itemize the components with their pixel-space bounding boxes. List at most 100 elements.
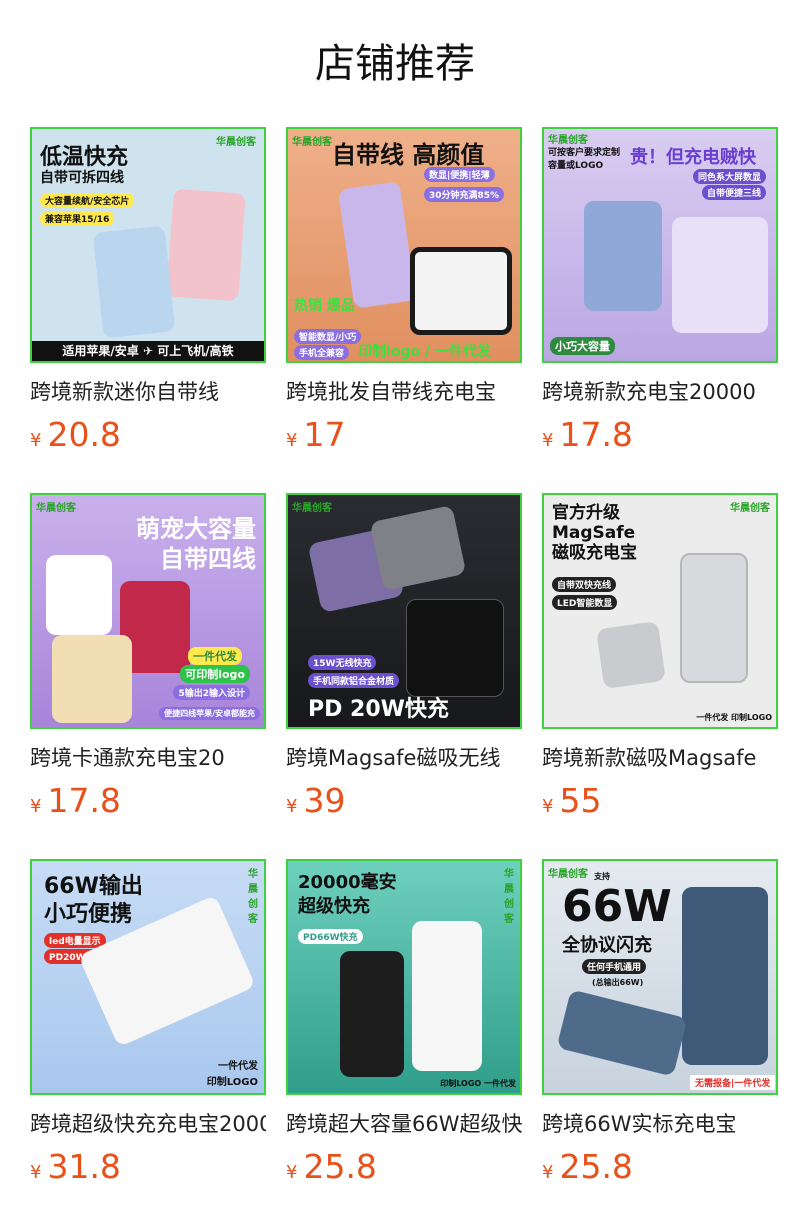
- product-name[interactable]: 跨境新款充电宝20000: [542, 377, 778, 407]
- image-chip: LED智能数显: [552, 595, 618, 610]
- image-subheadline: 数显|便携|轻薄: [424, 167, 495, 182]
- product-image[interactable]: 华晨创客 20000毫安 超级快充 PD66W快充 印制LOGO 一件代发: [286, 859, 522, 1095]
- price-value: 39: [303, 781, 346, 820]
- product-name[interactable]: 跨境66W实标充电宝: [542, 1109, 778, 1139]
- image-chip: 一件代发: [218, 1061, 258, 1072]
- image-headline: PD 20W快充: [308, 697, 449, 722]
- currency-symbol: ¥: [542, 1162, 554, 1183]
- product-price: ¥20.8: [30, 415, 121, 455]
- image-headline: 官方升级 MagSafe 磁吸充电宝: [552, 503, 637, 563]
- image-chip: PD66W快充: [298, 929, 363, 944]
- power-bank-white: [46, 555, 112, 635]
- product-name[interactable]: 跨境超大容量66W超级快充: [286, 1109, 522, 1139]
- product-card[interactable]: 华晨创客 萌宠大容量 自带四线 一件代发 可印制logo 5输出2输入设计 便捷…: [30, 493, 266, 823]
- image-chip: 手机全兼容: [294, 345, 350, 360]
- image-chip: (总输出66W): [592, 978, 644, 987]
- image-subheadline: 可按客户要求定制 容量或LOGO: [548, 148, 621, 171]
- product-name[interactable]: 跨境超级快充充电宝20000: [30, 1109, 266, 1139]
- shop-watermark: 华晨创客: [548, 869, 588, 880]
- currency-symbol: ¥: [286, 1162, 298, 1183]
- product-image[interactable]: 华晨创客 低温快充 自带可拆四线 大容量续航/安全芯片 兼容苹果15/16 适用…: [30, 127, 266, 363]
- currency-symbol: ¥: [30, 1162, 42, 1183]
- product-price: ¥17.8: [542, 415, 633, 455]
- power-bank-black: [340, 951, 404, 1077]
- product-card[interactable]: 华晨创客 自带线 高颜值 数显|便携|轻薄 30分钟充满85% 热销 爆品 智能…: [286, 127, 522, 457]
- power-bank-navy: [556, 989, 688, 1077]
- product-price: ¥55: [542, 781, 601, 821]
- product-card[interactable]: 华晨创客 低温快充 自带可拆四线 大容量续航/安全芯片 兼容苹果15/16 适用…: [30, 127, 266, 457]
- product-name[interactable]: 跨境Magsafe磁吸无线: [286, 743, 522, 773]
- image-chip: 小巧大容量: [550, 337, 615, 355]
- image-chip: 30分钟充满85%: [424, 187, 505, 202]
- image-headline: 自带线 高颜值: [332, 141, 485, 169]
- product-image[interactable]: 华晨创客 15W无线快充 手机同款铝合金材质 PD 20W快充: [286, 493, 522, 729]
- product-image[interactable]: 华晨创客 官方升级 MagSafe 磁吸充电宝 自带双快充线 LED智能数显 一…: [542, 493, 778, 729]
- shop-watermark: 华晨创客: [730, 503, 770, 514]
- image-headline: 贵！但充电贼快: [630, 147, 756, 168]
- product-price: ¥25.8: [286, 1147, 377, 1187]
- magsafe-power-bank: [406, 599, 504, 697]
- product-card[interactable]: 华晨创客 支持 66W 全协议闪充 任何手机通用 (总输出66W) 无需报备|一…: [542, 859, 778, 1189]
- product-image[interactable]: 华晨创客 可按客户要求定制 容量或LOGO 贵！但充电贼快 同色系大屏数显 自带…: [542, 127, 778, 363]
- currency-symbol: ¥: [30, 430, 42, 451]
- image-headline: 66W: [562, 881, 672, 932]
- product-image[interactable]: 华晨创客 66W输出 小巧便携 led电量显示 PD20W双向快充 一件代发 印…: [30, 859, 266, 1095]
- product-price: ¥39: [286, 781, 345, 821]
- product-name[interactable]: 跨境批发自带线充电宝: [286, 377, 522, 407]
- currency-symbol: ¥: [542, 430, 554, 451]
- power-bank-cream: [52, 635, 132, 723]
- price-value: 17: [303, 415, 346, 454]
- image-chip: 可印制logo: [180, 665, 250, 683]
- image-chip: 一件代发 印制LOGO: [696, 713, 772, 722]
- price-value: 55: [559, 781, 602, 820]
- image-subheadline: 自带四线: [160, 545, 256, 573]
- product-price: ¥17.8: [30, 781, 121, 821]
- power-bank-gray: [369, 505, 467, 591]
- price-value: 17.8: [47, 781, 121, 820]
- product-card[interactable]: 华晨创客 官方升级 MagSafe 磁吸充电宝 自带双快充线 LED智能数显 一…: [542, 493, 778, 823]
- power-bank-blue: [584, 201, 662, 311]
- product-image[interactable]: 华晨创客 萌宠大容量 自带四线 一件代发 可印制logo 5输出2输入设计 便捷…: [30, 493, 266, 729]
- price-value: 31.8: [47, 1147, 121, 1186]
- shop-watermark: 华晨创客: [216, 137, 256, 148]
- image-chip: 热销 爆品: [294, 298, 355, 314]
- image-chip: 同色系大屏数显: [692, 169, 766, 184]
- shop-watermark: 华晨创客: [292, 137, 332, 148]
- image-chip: 智能数显/小巧: [294, 329, 362, 344]
- product-card[interactable]: 华晨创客 20000毫安 超级快充 PD66W快充 印制LOGO 一件代发 跨境…: [286, 859, 522, 1189]
- product-image[interactable]: 华晨创客 自带线 高颜值 数显|便携|轻薄 30分钟充满85% 热销 爆品 智能…: [286, 127, 522, 363]
- image-chip: led电量显示: [44, 933, 106, 948]
- product-image[interactable]: 华晨创客 支持 66W 全协议闪充 任何手机通用 (总输出66W) 无需报备|一…: [542, 859, 778, 1095]
- product-name[interactable]: 跨境新款磁吸Magsafe: [542, 743, 778, 773]
- shop-watermark: 华晨创客: [36, 503, 76, 514]
- product-card[interactable]: 华晨创客 66W输出 小巧便携 led电量显示 PD20W双向快充 一件代发 印…: [30, 859, 266, 1189]
- currency-symbol: ¥: [542, 796, 554, 817]
- power-bank-blue: [92, 225, 176, 339]
- image-chip: 无需报备|一件代发: [690, 1075, 776, 1090]
- image-chip: 便捷四线苹果/安卓都能充: [159, 707, 260, 720]
- power-bank-lilac: [337, 181, 417, 309]
- image-chip: 印制logo / 一件代发: [358, 344, 491, 360]
- image-chip: 15W无线快充: [308, 655, 377, 670]
- image-chip: 自带双快充线: [552, 577, 617, 592]
- power-bank-pink: [166, 188, 246, 302]
- image-subheadline: 自带可拆四线: [40, 170, 124, 186]
- power-bank-navy: [682, 887, 768, 1065]
- product-price: ¥31.8: [30, 1147, 121, 1187]
- image-chip: 印制LOGO 一件代发: [440, 1079, 516, 1088]
- product-card[interactable]: 华晨创客 可按客户要求定制 容量或LOGO 贵！但充电贼快 同色系大屏数显 自带…: [542, 127, 778, 457]
- image-chip: 一件代发: [188, 647, 242, 665]
- image-chip: 大容量续航/安全芯片: [40, 193, 135, 208]
- image-bottom-bar: 适用苹果/安卓 ✈ 可上飞机/高铁: [32, 341, 264, 361]
- image-chip: 兼容苹果15/16: [40, 211, 115, 226]
- image-chip: 5输出2输入设计: [173, 685, 250, 700]
- power-bank-lavender: [672, 217, 768, 333]
- image-chip: 手机同款铝合金材质: [308, 673, 400, 688]
- image-subheadline: 全协议闪充: [562, 935, 652, 956]
- image-chip: 任何手机通用: [582, 959, 647, 974]
- product-card[interactable]: 华晨创客 15W无线快充 手机同款铝合金材质 PD 20W快充 跨境Magsaf…: [286, 493, 522, 823]
- product-name[interactable]: 跨境卡通款充电宝20: [30, 743, 266, 773]
- image-chip: 自带便捷三线: [701, 185, 766, 200]
- shop-watermark: 华晨创客: [504, 869, 514, 925]
- product-name[interactable]: 跨境新款迷你自带线: [30, 377, 266, 407]
